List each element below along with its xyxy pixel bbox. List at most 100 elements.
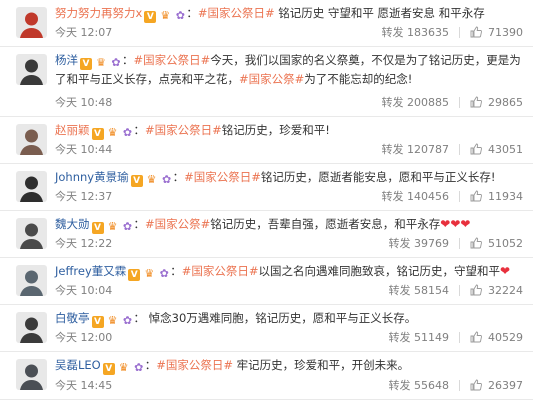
like-button[interactable]: 32224 [470, 284, 523, 297]
repost-label: 转发 [388, 331, 411, 344]
repost-button[interactable]: 转发 55648 [389, 377, 450, 393]
username-link[interactable]: 白敬亭 [55, 311, 90, 325]
verified-v-icon: V [91, 316, 104, 328]
avatar[interactable] [16, 218, 47, 249]
comment-segment: 铭记历史，珍爱和平! [221, 123, 330, 137]
comment-text: Jeffrey董又霖 V ♛ ✿：#国家公祭日#以国之名向遇难同胞致哀，铭记历史，守望… [55, 262, 525, 281]
repost-count: 120787 [407, 143, 449, 156]
like-button[interactable]: 51052 [470, 237, 523, 250]
repost-button[interactable]: 转发 183635 [382, 24, 450, 40]
like-count: 26397 [488, 378, 523, 392]
flower-icon: ✿ [175, 9, 185, 22]
avatar[interactable] [16, 312, 47, 343]
comment-item: Jeffrey董又霖 V ♛ ✿：#国家公祭日#以国之名向遇难同胞致哀，铭记历史，守望… [0, 258, 533, 305]
repost-button[interactable]: 转发 58154 [389, 282, 450, 298]
comment-text: 魏大勋 V ♛ ✿：#国家公祭#铭记历史，吾辈自强，愿逝者安息，和平永存❤❤❤ [55, 215, 525, 234]
username-link[interactable]: 努力努力再努力x [55, 6, 142, 20]
repost-count: 55648 [414, 379, 449, 392]
avatar[interactable] [16, 54, 47, 85]
repost-label: 转发 [381, 26, 404, 39]
topic-link[interactable]: #国家公祭日# [182, 264, 259, 278]
comment-time: 今天 12:37 [55, 190, 113, 203]
avatar-image [16, 171, 47, 202]
repost-label: 转发 [388, 284, 411, 297]
like-button[interactable]: 26397 [470, 379, 523, 392]
repost-count: 58154 [414, 284, 449, 297]
repost-button[interactable]: 转发 140456 [382, 188, 450, 204]
repost-label: 转发 [381, 190, 404, 203]
member-crown-icon: ♛ [107, 220, 118, 233]
member-crown-icon: ♛ [107, 314, 118, 327]
repost-button[interactable]: 转发 39769 [389, 235, 450, 251]
topic-link[interactable]: #国家公祭# [239, 72, 304, 86]
repost-button[interactable]: 转发 200885 [382, 94, 450, 110]
avatar[interactable] [16, 171, 47, 202]
topic-link[interactable]: #国家公祭# [145, 217, 210, 231]
comment-actions: 转发 200885 29865 [382, 94, 524, 110]
username-link[interactable]: Johnny黄景瑜 [55, 170, 129, 184]
thumbs-up-icon [470, 284, 488, 296]
member-crown-icon: ♛ [144, 267, 155, 280]
repost-label: 转发 [381, 143, 404, 156]
comment-feed: 努力努力再努力x V ♛ ✿：#国家公祭日# 铭记历史 守望和平 愿逝者安息 和平永存… [0, 0, 533, 400]
colon: ： [133, 123, 146, 137]
colon: ： [144, 358, 157, 372]
comment-time: 今天 10:48 [55, 96, 113, 109]
topic-link[interactable]: #国家公祭日# [156, 358, 233, 372]
flower-icon: ✿ [111, 56, 121, 69]
like-button[interactable]: 29865 [470, 96, 523, 109]
repost-label: 转发 [388, 379, 411, 392]
divider [459, 26, 460, 38]
thumbs-up-icon [470, 237, 488, 249]
comment-actions: 转发 58154 32224 [389, 282, 524, 298]
topic-link[interactable]: #国家公祭日# [145, 123, 222, 137]
verified-v-icon: V [91, 128, 104, 140]
flower-icon: ✿ [122, 220, 133, 233]
comment-time: 今天 10:04 [55, 284, 113, 297]
like-button[interactable]: 11934 [470, 190, 523, 203]
flower-icon: ✿ [122, 126, 133, 139]
comment-item: 白敬亭 V ♛ ✿： 悼念30万遇难同胞，铭记历史，愿和平与正义长存。 今天 12:00… [0, 305, 533, 352]
avatar-image [16, 7, 47, 38]
like-count: 32224 [488, 283, 523, 297]
username-link[interactable]: 杨洋 [55, 53, 78, 67]
member-crown-icon: ♛ [146, 173, 157, 186]
like-count: 51052 [488, 236, 523, 250]
repost-button[interactable]: 转发 51149 [389, 329, 450, 345]
avatar[interactable] [16, 7, 47, 38]
topic-link[interactable]: #国家公祭日# [134, 53, 211, 67]
colon: ： [133, 217, 146, 231]
verified-v-icon: V [144, 11, 157, 23]
comment-actions: 转发 39769 51052 [389, 235, 524, 251]
avatar[interactable] [16, 124, 47, 155]
avatar[interactable] [16, 359, 47, 390]
username-link[interactable]: 魏大勋 [55, 217, 90, 231]
like-button[interactable]: 71390 [470, 26, 523, 39]
topic-link[interactable]: #国家公祭日# [198, 6, 275, 20]
avatar[interactable] [16, 265, 47, 296]
username-link[interactable]: Jeffrey董又霖 [55, 264, 126, 278]
avatar-image [16, 124, 47, 155]
verified-v-icon: V [91, 222, 104, 234]
topic-link[interactable]: #国家公祭日# [184, 170, 261, 184]
comment-segment: 以国之名向遇难同胞致哀，铭记历史，守望和平 [258, 264, 501, 278]
repost-count: 39769 [414, 237, 449, 250]
comment-time: 今天 12:22 [55, 237, 113, 250]
avatar-image [16, 54, 47, 85]
member-crown-icon: ♛ [160, 9, 171, 22]
comment-time: 今天 12:00 [55, 331, 113, 344]
comment-segment: 牢记历史，珍爱和平，开创未来。 [233, 358, 410, 372]
comment-item: 努力努力再努力x V ♛ ✿：#国家公祭日# 铭记历史 守望和平 愿逝者安息 和平永存… [0, 0, 533, 47]
comment-actions: 转发 183635 71390 [382, 24, 524, 40]
comment-segment: 为了不能忘却的纪念! [304, 72, 413, 86]
username-link[interactable]: 赵丽颖 [55, 123, 90, 137]
member-crown-icon: ♛ [96, 56, 106, 69]
like-button[interactable]: 40529 [470, 331, 523, 344]
repost-button[interactable]: 转发 120787 [382, 141, 450, 157]
divider [459, 331, 460, 343]
username-link[interactable]: 吴磊LEO [55, 358, 101, 372]
like-button[interactable]: 43051 [470, 143, 523, 156]
verified-v-icon: V [80, 58, 92, 70]
like-count: 40529 [488, 330, 523, 344]
avatar-image [16, 218, 47, 249]
